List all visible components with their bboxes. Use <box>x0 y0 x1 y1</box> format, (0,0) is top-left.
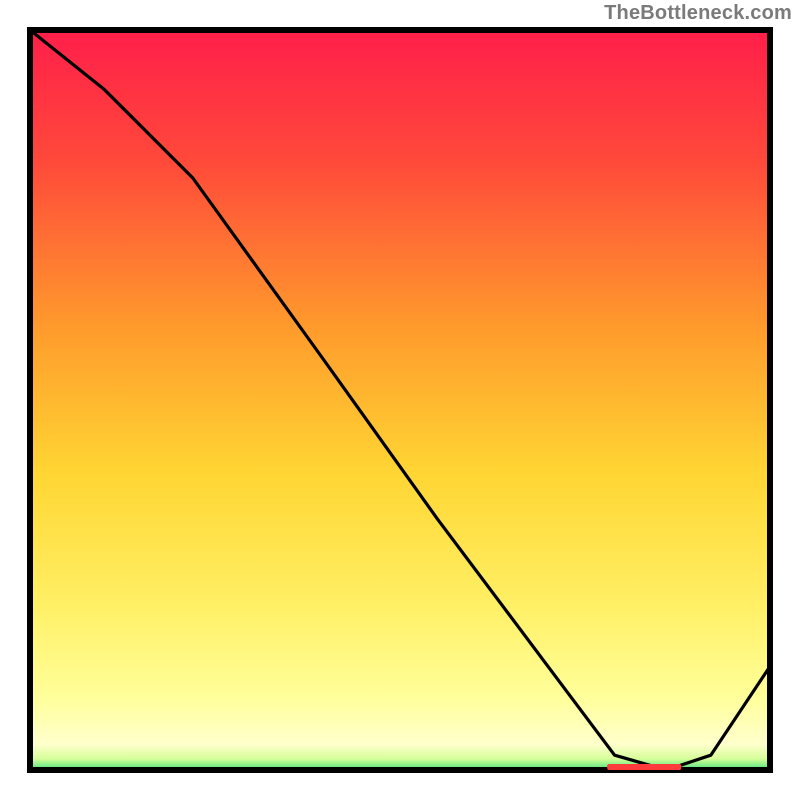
optimal-marker <box>607 764 681 770</box>
bottleneck-chart <box>0 0 800 800</box>
plot-background <box>30 30 770 770</box>
attribution-text: TheBottleneck.com <box>604 2 792 25</box>
